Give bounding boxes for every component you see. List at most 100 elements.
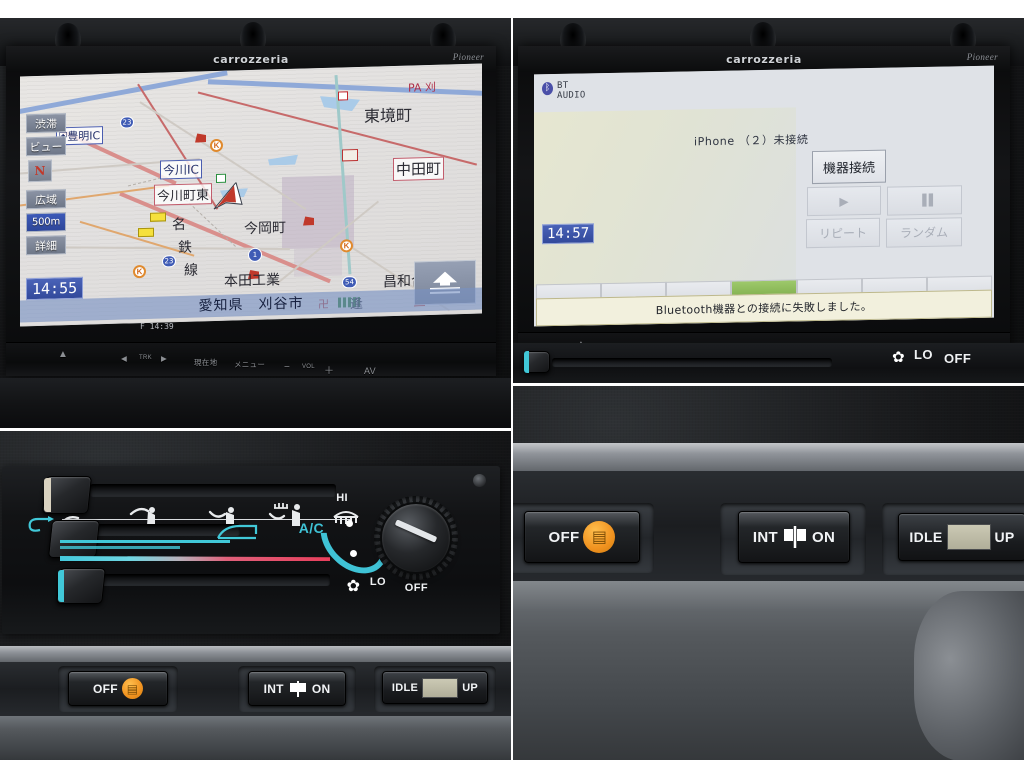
bt-device-connect-button[interactable]: 機器接続 <box>812 149 886 185</box>
map-label-meitetsu-3: 線 <box>184 262 198 279</box>
rear-defogger-off-label-br: OFF <box>548 528 580 546</box>
map-label-pa-kariya: PA 刈 <box>408 80 436 95</box>
bt-play-button[interactable]: ▶ <box>807 185 881 217</box>
map-label-imagawa-ic: 今川IC <box>160 159 202 180</box>
bt-clock-value: 14:57 <box>547 225 590 243</box>
bt-source-header: ᛒ BT AUDIO <box>542 81 586 101</box>
menu-button[interactable]: メニュー <box>234 359 265 370</box>
map-label-honda-kogyo: 本田工業 <box>224 272 280 290</box>
up-label: UP <box>462 681 479 694</box>
hvac-lever-tip-right <box>524 351 529 373</box>
bt-clock: 14:57 <box>542 223 595 245</box>
bt-repeat-button[interactable]: リピート <box>806 217 880 249</box>
fan-off-label-right: OFF <box>944 351 972 366</box>
compass-north-icon[interactable]: N <box>28 159 52 183</box>
idle-label: IDLE <box>391 681 419 694</box>
av-button[interactable]: AV <box>364 366 376 376</box>
fan-speed-dial[interactable] <box>380 502 452 574</box>
wiper-on-label: ON <box>311 681 331 696</box>
console-trim-strip <box>0 646 512 662</box>
map-button-traffic-label: 渋滞 <box>35 116 57 131</box>
bt-random-button[interactable]: ランダム <box>886 217 962 248</box>
wiper-switch[interactable]: INT ON <box>248 671 346 706</box>
collage-divider-right <box>512 383 1024 386</box>
wiper-switch-br[interactable]: INT ON <box>738 511 850 563</box>
hvac-control-head: HI A/C LO OFF ✿ <box>2 466 500 634</box>
poi-icon <box>150 212 166 222</box>
arrow-up-icon <box>433 271 457 286</box>
track-next-button[interactable]: ▶ <box>161 354 167 363</box>
rear-defogger-switch-br[interactable]: OFF ▤ <box>524 511 640 563</box>
fan-hi-label: HI <box>336 492 348 504</box>
bluetooth-icon: ᛒ <box>542 82 553 96</box>
navigation-display[interactable]: 23 23 1 54 K K K 卍 <box>20 63 482 327</box>
collage-top-margin <box>0 0 1024 18</box>
vehicle-position-marker <box>213 182 243 210</box>
volume-up-button[interactable]: ＋ <box>324 362 334 377</box>
bt-pause-button[interactable]: ▐▐ <box>887 185 962 216</box>
brand-carrozzeria-label-2: carrozzeria <box>726 52 802 66</box>
panel-hvac-controls: HI A/C LO OFF ✿ OFF ▤ INT ON IDLE UP <box>0 430 512 760</box>
brand-pioneer-label: Pioneer <box>452 52 484 62</box>
collage-bottom-margin <box>0 760 1024 768</box>
up-label-br: UP <box>994 529 1015 545</box>
fan-lo-label: LO <box>369 576 386 588</box>
bt-message-text: Bluetooth機器との接続に失敗しました。 <box>655 299 873 318</box>
poi-store-icon <box>216 173 226 183</box>
panel-switch-closeup: OFF ▤ INT ON IDLE UP <box>512 385 1024 760</box>
volume-down-button[interactable]: − <box>284 362 290 373</box>
bt-random-label: ランダム <box>899 225 948 241</box>
rear-defogger-switch[interactable]: OFF ▤ <box>68 671 168 706</box>
map-button-view[interactable]: ビュー <box>26 136 66 157</box>
panel-navigation-map: carrozzeria Pioneer 23 23 1 54 K K K ⛨豊明… <box>0 18 512 430</box>
map-label-meitetsu-2: 鉄 <box>178 239 192 257</box>
map-label-nakadacho: 中田町 <box>393 156 445 182</box>
map-button-wide-label: 広域 <box>35 192 57 207</box>
collage-divider-left <box>0 428 512 431</box>
map-button-detail[interactable]: 詳細 <box>26 235 66 256</box>
trim-sheen <box>512 443 1024 453</box>
map-sidebar: 渋滞 ビュー N 広域 500m 詳細 <box>26 113 66 259</box>
idle-label-br: IDLE <box>909 529 943 545</box>
compass-label: N <box>34 163 46 179</box>
bt-device-connect-label: 機器接続 <box>822 160 875 177</box>
route-shield: 23 <box>162 255 176 268</box>
air-source-track-cyan-2 <box>60 546 180 549</box>
fan-arc-dot-hi <box>346 520 353 527</box>
map-button-traffic[interactable]: 渋滞 <box>26 113 66 134</box>
map-label-imaokacho: 今岡町 <box>244 220 286 238</box>
poi-icon <box>138 227 154 238</box>
poi-icon <box>342 149 358 162</box>
map-clock-value: 14:55 <box>32 278 78 299</box>
current-location-button[interactable]: 現在地 <box>194 357 217 368</box>
bt-track-status-text: iPhone （２）未接続 <box>694 133 809 149</box>
map-location-text: 愛知県 刈谷市 <box>198 295 304 315</box>
brand-pioneer-label-2: Pioneer <box>966 52 998 62</box>
pause-icon: ▐▐ <box>918 193 931 208</box>
map-button-wide[interactable]: 広域 <box>26 189 66 210</box>
play-icon: ▶ <box>839 193 849 209</box>
map-label-meitetsu-1: 名 <box>172 216 186 234</box>
dash-lower-tl <box>0 378 512 430</box>
route-shield: 54 <box>342 276 357 289</box>
temperature-lever-tip <box>58 570 64 602</box>
air-source-track-cyan <box>60 540 230 543</box>
idle-up-switch[interactable]: IDLE UP <box>382 671 488 704</box>
head-unit-navigation: carrozzeria Pioneer 23 23 1 54 K K K ⛨豊明… <box>6 46 496 377</box>
defogger-icon-br: ▤ <box>583 521 616 553</box>
track-prev-button[interactable]: ◀ <box>121 354 127 363</box>
route-shield: 23 <box>120 116 134 129</box>
console-lower-tray-bl <box>0 716 512 760</box>
hvac-lever-slot-right <box>552 358 832 367</box>
eject-button[interactable]: ▲ <box>58 349 68 360</box>
map-scale-indicator: 500m <box>26 212 66 233</box>
wiper-int-label-br: INT <box>752 528 778 546</box>
fan-lo-label-right: LO <box>914 347 933 362</box>
ac-label: A/C <box>298 520 324 536</box>
head-unit-key-row: ▲ ◀ TRK ▶ 現在地 メニュー − VOL ＋ AV <box>6 342 496 377</box>
bluetooth-audio-display[interactable]: ᛒ BT AUDIO iPhone （２）未接続 機器接続 ▶ ▐▐ リピート … <box>534 65 994 327</box>
wiper-int-label: INT <box>263 681 284 696</box>
idle-up-switch-br[interactable]: IDLE UP <box>898 513 1024 561</box>
idle-up-indicator-br <box>946 524 991 550</box>
temperature-gradient-bar <box>60 556 330 561</box>
